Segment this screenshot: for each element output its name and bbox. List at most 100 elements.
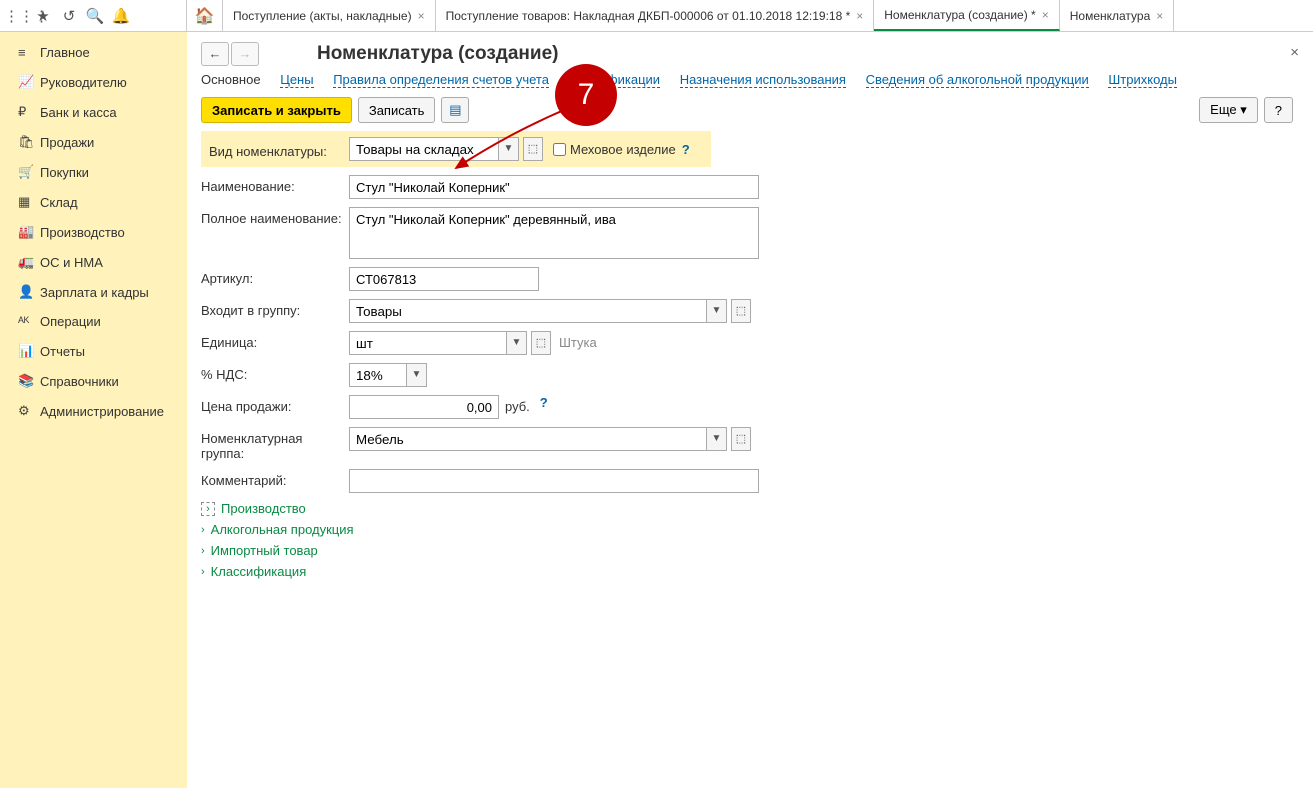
sidebar-label: Зарплата и кадры: [40, 285, 149, 300]
tab-3[interactable]: Номенклатура ×: [1060, 0, 1175, 31]
tab-label: Поступление (акты, накладные): [233, 9, 412, 23]
sidebar-item-main[interactable]: ≡Главное: [0, 38, 187, 67]
close-icon[interactable]: ×: [856, 9, 863, 23]
chart-icon: 📈: [18, 74, 40, 90]
subtab-usage[interactable]: Назначения использования: [680, 72, 846, 88]
gear-icon: ⚙: [18, 403, 40, 419]
section-label: Алкогольная продукция: [211, 522, 354, 537]
save-button[interactable]: Записать: [358, 97, 436, 123]
close-icon[interactable]: ×: [1156, 9, 1163, 23]
list-button[interactable]: ▤: [441, 97, 469, 123]
vat-label: % НДС:: [201, 363, 349, 382]
callout-badge: 7: [555, 64, 617, 126]
subtab-prices[interactable]: Цены: [280, 72, 313, 88]
help-icon[interactable]: ?: [682, 142, 690, 157]
factory-icon: 🏭: [18, 224, 40, 240]
tab-0[interactable]: Поступление (акты, накладные) ×: [223, 0, 436, 31]
history-icon[interactable]: ↺: [56, 7, 82, 25]
section-alcohol[interactable]: ›Алкогольная продукция: [201, 522, 1299, 537]
sidebar-label: Отчеты: [40, 344, 85, 359]
top-icon-bar: ⋮⋮⋮ ★ ↺ 🔍 🔔: [0, 0, 187, 31]
sidebar-item-warehouse[interactable]: ▦Склад: [0, 187, 187, 217]
close-icon[interactable]: ×: [418, 9, 425, 23]
sku-input[interactable]: [349, 267, 539, 291]
chevron-down-icon[interactable]: ▼: [499, 137, 519, 161]
unit-input[interactable]: [349, 331, 507, 355]
sidebar-item-sales[interactable]: 🛍Продажи: [0, 127, 187, 157]
sidebar-item-admin[interactable]: ⚙Администрирование: [0, 396, 187, 426]
unit-label: Единица:: [201, 331, 349, 350]
comment-input[interactable]: [349, 469, 759, 493]
ruble-icon: ₽: [18, 104, 40, 120]
sidebar-item-bank[interactable]: ₽Банк и касса: [0, 97, 187, 127]
kind-label: Вид номенклатуры:: [209, 140, 349, 159]
truck-icon: 🚛: [18, 254, 40, 270]
section-import[interactable]: ›Импортный товар: [201, 543, 1299, 558]
help-button[interactable]: ?: [1264, 97, 1293, 123]
sidebar-label: Руководителю: [40, 75, 127, 90]
close-icon[interactable]: ×: [1042, 8, 1049, 22]
books-icon: 📚: [18, 373, 40, 389]
tab-home[interactable]: 🏠: [187, 0, 223, 31]
open-icon[interactable]: ⬚: [531, 331, 551, 355]
subtab-accounts[interactable]: Правила определения счетов учета: [333, 72, 549, 88]
sidebar-label: ОС и НМА: [40, 255, 103, 270]
sidebar-item-manager[interactable]: 📈Руководителю: [0, 67, 187, 97]
chevron-down-icon[interactable]: ▼: [507, 331, 527, 355]
subtab-main[interactable]: Основное: [201, 72, 261, 87]
group-input[interactable]: [349, 299, 707, 323]
tab-label: Номенклатура: [1070, 9, 1151, 23]
cart-icon: 🛒: [18, 164, 40, 180]
main-panel: × 7 ← → Номенклатура (создание) Основное…: [187, 32, 1313, 788]
more-button[interactable]: Еще ▾: [1199, 97, 1258, 123]
search-icon[interactable]: 🔍: [82, 7, 108, 25]
tab-2[interactable]: Номенклатура (создание) *×: [874, 0, 1059, 31]
fullname-input[interactable]: Стул "Николай Коперник" деревянный, ива: [349, 207, 759, 259]
sidebar-item-catalogs[interactable]: 📚Справочники: [0, 366, 187, 396]
comment-label: Комментарий:: [201, 469, 349, 488]
open-icon[interactable]: ⬚: [523, 137, 543, 161]
bag-icon: 🛍: [18, 134, 40, 150]
forward-button[interactable]: →: [231, 42, 259, 66]
subtab-barcodes[interactable]: Штрихкоды: [1108, 72, 1177, 88]
open-icon[interactable]: ⬚: [731, 427, 751, 451]
back-button[interactable]: ←: [201, 42, 229, 66]
tab-1[interactable]: Поступление товаров: Накладная ДКБП-0000…: [436, 0, 875, 31]
save-close-button[interactable]: Записать и закрыть: [201, 97, 352, 123]
kind-input[interactable]: [349, 137, 499, 161]
dk-icon: ᴬᴷ: [18, 314, 40, 329]
fur-label: Меховое изделие: [570, 142, 676, 157]
price-input[interactable]: [349, 395, 499, 419]
unit-hint: Штука: [559, 331, 597, 350]
tab-strip: 🏠 Поступление (акты, накладные) × Поступл…: [187, 0, 1313, 31]
chevron-down-icon[interactable]: ▼: [407, 363, 427, 387]
sidebar-item-hr[interactable]: 👤Зарплата и кадры: [0, 277, 187, 307]
sidebar-item-reports[interactable]: 📊Отчеты: [0, 336, 187, 366]
nomgroup-input[interactable]: [349, 427, 707, 451]
sidebar-item-purchases[interactable]: 🛒Покупки: [0, 157, 187, 187]
chevron-down-icon[interactable]: ▼: [707, 427, 727, 451]
sidebar-label: Банк и касса: [40, 105, 117, 120]
name-input[interactable]: [349, 175, 759, 199]
help-icon[interactable]: ?: [540, 395, 548, 410]
section-production[interactable]: ›Производство: [201, 501, 1299, 516]
bell-icon[interactable]: 🔔: [108, 7, 134, 25]
sidebar-item-assets[interactable]: 🚛ОС и НМА: [0, 247, 187, 277]
section-label: Импортный товар: [211, 543, 318, 558]
close-panel-icon[interactable]: ×: [1290, 44, 1299, 61]
page-title: Номенклатура (создание): [317, 43, 558, 65]
subtab-alcohol[interactable]: Сведения об алкогольной продукции: [866, 72, 1089, 88]
fur-checkbox[interactable]: [553, 143, 566, 156]
vat-input[interactable]: [349, 363, 407, 387]
apps-icon[interactable]: ⋮⋮⋮: [4, 7, 30, 25]
nomgroup-label: Номенклатурная группа:: [201, 427, 349, 461]
section-classification[interactable]: ›Классификация: [201, 564, 1299, 579]
open-icon[interactable]: ⬚: [731, 299, 751, 323]
sidebar-item-operations[interactable]: ᴬᴷОперации: [0, 307, 187, 336]
sidebar-item-production[interactable]: 🏭Производство: [0, 217, 187, 247]
topbar: ⋮⋮⋮ ★ ↺ 🔍 🔔 🏠 Поступление (акты, накладн…: [0, 0, 1313, 32]
chevron-down-icon[interactable]: ▼: [707, 299, 727, 323]
expand-icon: ›: [201, 502, 215, 516]
star-icon[interactable]: ★: [30, 7, 56, 25]
price-label: Цена продажи:: [201, 395, 349, 414]
